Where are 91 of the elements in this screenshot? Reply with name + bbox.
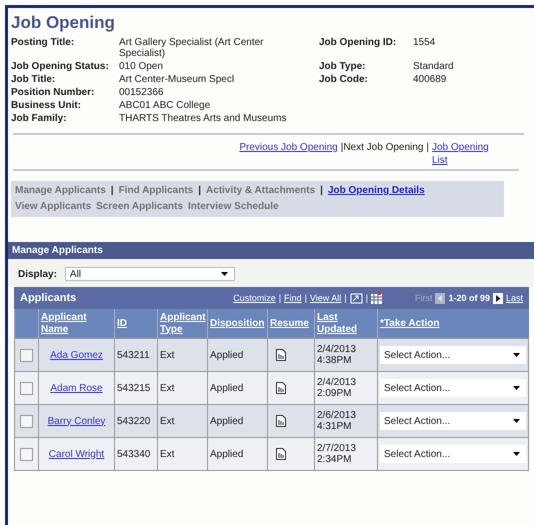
table-cell: Applied	[208, 372, 268, 404]
separator: |	[320, 184, 323, 198]
separator: |	[344, 293, 347, 303]
nav-link[interactable]: Previous Job Opening	[239, 141, 338, 169]
page-range: 1-20 of 99	[448, 293, 490, 303]
field-value: 00152366	[119, 87, 164, 98]
grid-link[interactable]: Find	[284, 293, 302, 303]
field-label: Job Opening Status:	[11, 61, 110, 72]
table-cell: 2/6/2013 4:31PM	[314, 404, 378, 438]
field-value: Art Gallery Specialist (Art Center Specialist)	[119, 37, 264, 59]
document-icon[interactable]	[276, 448, 286, 460]
field-label: Posting Title:	[11, 37, 76, 50]
table-cell: Ext	[158, 372, 208, 404]
row-checkbox[interactable]	[20, 414, 33, 428]
column-header[interactable]: *Take Action	[378, 309, 528, 338]
section-header: Manage Applicants	[8, 242, 534, 259]
field-value: THARTS Theatres Arts and Museums	[119, 113, 288, 124]
field-value: ABC01 ABC College	[119, 100, 212, 111]
document-icon[interactable]	[276, 382, 286, 394]
separator: |	[278, 293, 282, 303]
caret-icon	[513, 452, 520, 456]
grid-link[interactable]: View All	[310, 293, 342, 303]
field-value: Art Center-Museum Specl	[119, 74, 236, 85]
action-dropdown[interactable]: Select Action...	[380, 379, 526, 397]
table-cell: 2/4/2013 4:38PM	[314, 338, 378, 372]
table-cell: 543220	[114, 404, 158, 438]
field-value: 400689	[413, 74, 448, 85]
table-cell: Applied	[208, 404, 268, 438]
caret-icon	[220, 272, 228, 276]
grid-link[interactable]: Customize	[233, 293, 276, 303]
column-header[interactable]: Applicant Name	[38, 309, 114, 338]
display-label: Display:	[18, 268, 57, 280]
table-cell: 543211	[114, 338, 158, 372]
caret-icon	[513, 386, 520, 390]
page-title: Job Opening	[10, 12, 116, 34]
grid-title: Applicants	[20, 292, 78, 304]
table-cell: Ext	[158, 404, 208, 438]
last-link[interactable]: Last	[506, 293, 523, 303]
next-icon[interactable]	[492, 292, 503, 304]
row-checkbox[interactable]	[20, 448, 33, 460]
table-cell: 2/4/2013 2:09PM	[314, 372, 378, 404]
nav-text: |Next Job Opening	[340, 141, 424, 155]
field-label: Job Title:	[11, 74, 56, 85]
first-label: First	[414, 293, 432, 303]
field-value: 010 Open	[119, 61, 164, 72]
field-label: Job Family:	[11, 113, 68, 124]
tab-link[interactable]: Manage Applicants	[15, 183, 106, 199]
row-checkbox[interactable]	[20, 382, 33, 394]
tab-link[interactable]: Activity & Attachments	[206, 183, 316, 199]
action-dropdown[interactable]: Select Action...	[380, 412, 526, 430]
table-cell: Applied	[208, 438, 268, 470]
tab-link[interactable]: View Applicants	[15, 199, 92, 215]
previous-icon[interactable]	[435, 292, 446, 304]
document-icon[interactable]	[276, 349, 286, 361]
separator: |	[198, 184, 202, 198]
column-header[interactable]: Last Updated	[314, 309, 378, 338]
caret-icon	[513, 353, 520, 357]
table-cell: 2/7/2013 2:34PM	[314, 438, 378, 470]
field-label: Job Type:	[319, 61, 366, 72]
column-header[interactable]: Disposition	[208, 309, 268, 338]
nav-link[interactable]: Job Opening List	[432, 141, 494, 169]
field-label: Job Code:	[319, 74, 369, 85]
column-header[interactable]: Applicant Type	[158, 309, 208, 338]
table-cell: Applied	[208, 338, 268, 372]
column-header[interactable]: Resume	[268, 309, 314, 338]
tab-link[interactable]: Find Applicants	[118, 183, 194, 199]
table-cell: 543215	[114, 372, 158, 404]
separator: |	[304, 293, 307, 303]
table-cell: 543340	[114, 438, 158, 470]
document-icon[interactable]	[276, 415, 286, 427]
tab-link[interactable]: Screen Applicants	[96, 199, 184, 215]
separator: |	[110, 184, 114, 198]
action-dropdown[interactable]: Select Action...	[380, 346, 526, 364]
field-label: Position Number:	[11, 87, 96, 98]
caret-icon	[513, 419, 520, 423]
spreadsheet-icon[interactable]	[370, 292, 382, 304]
zoom-icon[interactable]	[350, 292, 363, 304]
column-header[interactable]: ID	[114, 309, 158, 338]
field-value: 1554	[413, 37, 436, 50]
row-checkbox[interactable]	[20, 348, 33, 362]
field-label: Business Unit:	[11, 100, 82, 111]
action-dropdown[interactable]: Select Action...	[380, 445, 526, 463]
table-cell: Ext	[158, 338, 208, 372]
table-cell: Ext	[158, 438, 208, 470]
tab-link[interactable]: Job Opening Details	[328, 183, 425, 199]
nav-text: |	[426, 141, 429, 155]
field-label: Job Opening ID:	[319, 37, 398, 50]
tab-link[interactable]: Interview Schedule	[188, 199, 279, 215]
display-dropdown[interactable]: All	[64, 267, 235, 281]
field-value: Standard	[413, 61, 455, 72]
separator: |	[366, 293, 368, 303]
